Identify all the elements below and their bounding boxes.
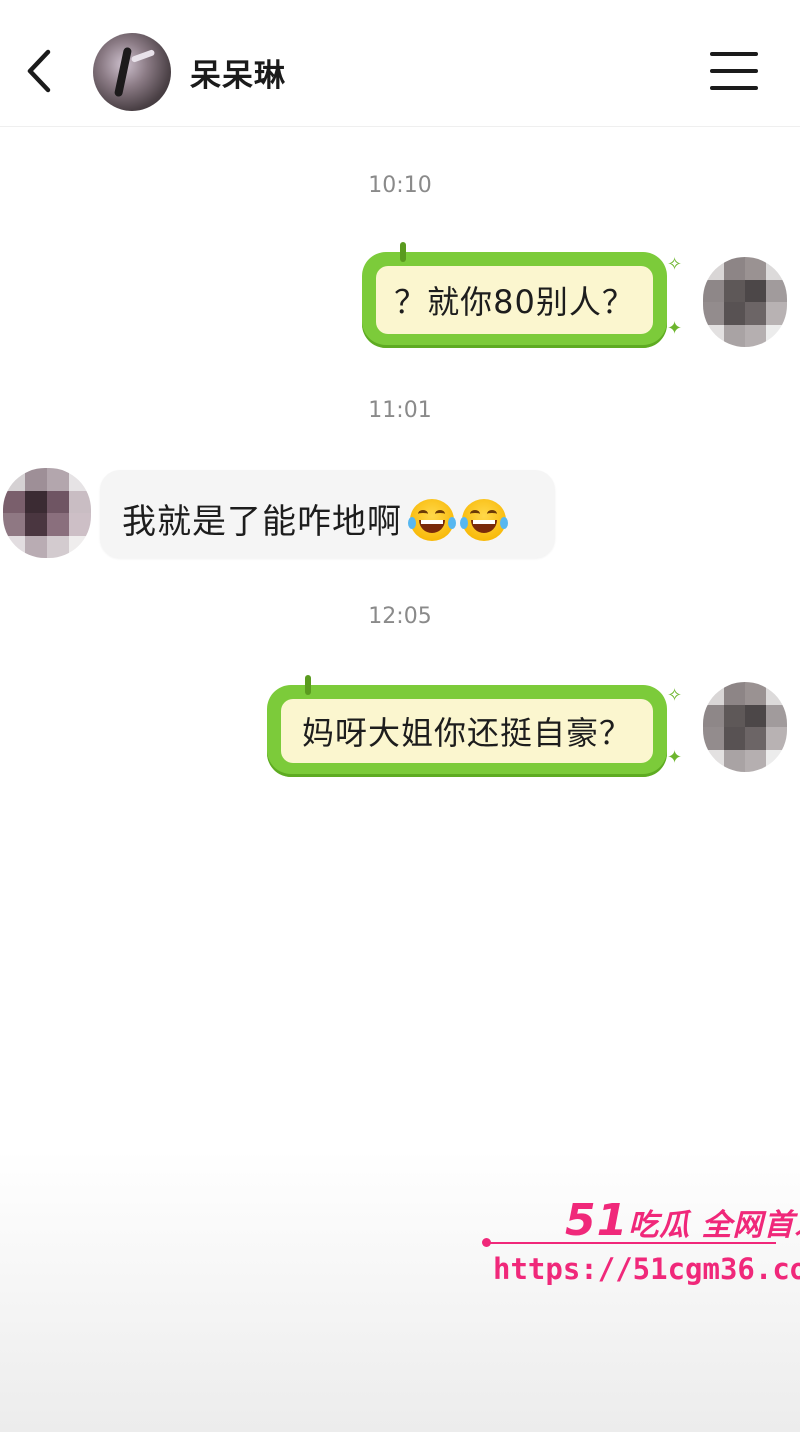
timestamp: 11:01 <box>368 398 432 423</box>
message-text: 我就是了能咋地啊 <box>122 502 402 542</box>
apple-stem-decoration <box>305 675 311 695</box>
contact-avatar[interactable] <box>93 33 171 111</box>
timestamp: 10:10 <box>368 173 432 198</box>
watermark-brand: 51吃瓜 全网首发 <box>565 1195 800 1246</box>
contact-name[interactable]: 呆呆琳 <box>190 50 286 95</box>
sparkle-icon: ✧ <box>667 254 683 275</box>
timestamp: 12:05 <box>368 604 432 629</box>
message-content: 我就是了能咋地啊 <box>122 494 508 543</box>
message-text: 妈呀大姐你还挺自豪？ <box>301 714 632 752</box>
back-button[interactable] <box>20 46 64 96</box>
message-text: ？就你80别人？ <box>394 283 635 321</box>
sparkle-icon: ✧ <box>667 685 683 706</box>
my-avatar[interactable] <box>703 682 787 772</box>
chevron-left-icon <box>27 49 51 93</box>
received-message-bubble[interactable]: 我就是了能咋地啊 <box>100 470 555 558</box>
chat-header: 呆呆琳 <box>0 0 800 127</box>
sent-message-bubble[interactable]: ？就你80别人？ ✧ ✦ <box>362 242 682 348</box>
watermark-url: https://51cgm36.com <box>493 1252 800 1286</box>
watermark-brand-number: 51 <box>565 1195 629 1246</box>
tears-of-joy-emoji <box>408 499 456 541</box>
tears-of-joy-emoji <box>460 499 508 541</box>
watermark-decoration <box>486 1242 776 1244</box>
bottom-fade <box>0 1150 800 1432</box>
apple-stem-decoration <box>400 242 406 262</box>
sparkle-icon: ✦ <box>667 747 683 768</box>
hamburger-menu-icon[interactable] <box>710 52 758 92</box>
contact-avatar-small[interactable] <box>3 468 91 558</box>
sparkle-icon: ✦ <box>667 318 683 339</box>
sent-message-bubble[interactable]: 妈呀大姐你还挺自豪？ ✧ ✦ <box>267 675 682 777</box>
watermark-brand-text: 吃瓜 全网首发 <box>628 1208 800 1243</box>
my-avatar[interactable] <box>703 257 787 347</box>
